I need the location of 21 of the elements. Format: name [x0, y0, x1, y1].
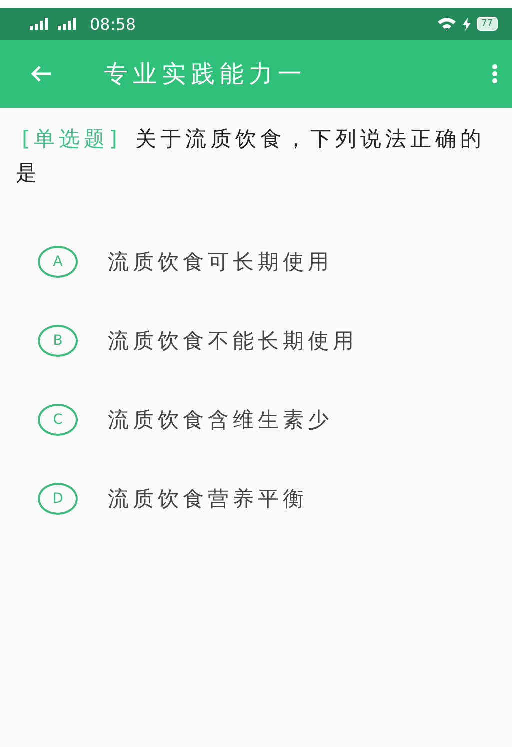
- battery-indicator: 77: [476, 17, 498, 31]
- option-letter-badge: B: [38, 324, 78, 356]
- wifi-icon: [436, 16, 457, 32]
- option-text: 流质饮食不能长期使用: [108, 328, 358, 354]
- option-text: 流质饮食含维生素少: [108, 406, 333, 434]
- more-menu-icon[interactable]: [492, 64, 498, 84]
- option-text: 流质饮食可长期使用: [108, 248, 333, 276]
- page-title: 专业实践能力一: [104, 59, 308, 90]
- answer-option[interactable]: D 流质饮食营养平衡: [30, 481, 316, 516]
- question-type-label: [单选题]: [22, 127, 122, 151]
- answer-option[interactable]: B 流质饮食不能长期使用: [30, 323, 366, 358]
- status-time: 08:58: [90, 14, 136, 34]
- answer-option[interactable]: A 流质饮食可长期使用: [30, 244, 341, 279]
- back-arrow-icon[interactable]: [30, 65, 52, 83]
- question-text: [单选题] 关于流质饮食，下列说法正确的是: [16, 126, 486, 187]
- option-text: 流质饮食营养平衡: [108, 486, 308, 512]
- option-letter-badge: D: [38, 482, 78, 514]
- answer-option[interactable]: C 流质饮食含维生素少: [30, 402, 341, 437]
- option-letter-badge: A: [38, 246, 78, 278]
- lightning-icon: [462, 18, 471, 30]
- option-letter-badge: C: [38, 404, 78, 436]
